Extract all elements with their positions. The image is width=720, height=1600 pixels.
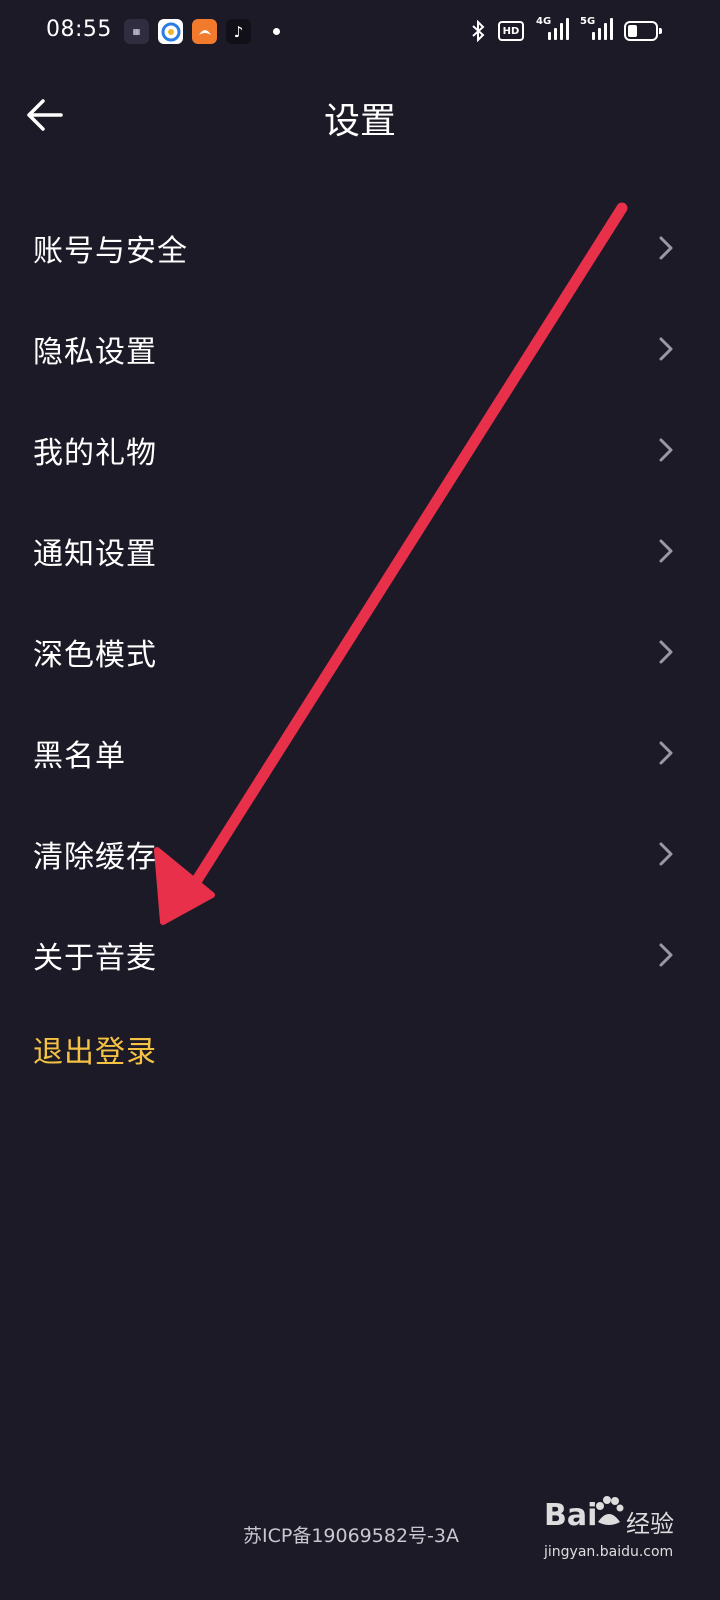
paw-icon: [596, 1496, 624, 1525]
tiktok-app-icon: ♪: [226, 19, 251, 44]
chevron-right-icon: [659, 741, 673, 764]
status-time: 08:55: [46, 17, 112, 42]
chevron-right-icon: [659, 640, 673, 663]
map-app-icon: ▦: [124, 19, 149, 44]
chevron-right-icon: [659, 539, 673, 562]
menu-item-about[interactable]: 关于音麦: [0, 904, 720, 1005]
bluetooth-icon: [470, 19, 486, 48]
hd-voice-icon: HD: [498, 21, 524, 41]
menu-item-label: 深色模式: [33, 637, 157, 673]
menu-item-label: 通知设置: [33, 536, 157, 572]
menu-item-my-gifts[interactable]: 我的礼物: [0, 399, 720, 500]
menu-item-notification-settings[interactable]: 通知设置: [0, 500, 720, 601]
menu-item-label: 清除缓存: [33, 839, 157, 875]
menu-item-label: 黑名单: [33, 738, 126, 774]
notification-dot-icon: [273, 28, 280, 35]
browser-app-icon: [158, 19, 183, 44]
menu-item-privacy-settings[interactable]: 隐私设置: [0, 298, 720, 399]
watermark-url: jingyan.baidu.com: [544, 1544, 674, 1560]
menu-item-blacklist[interactable]: 黑名单: [0, 702, 720, 803]
chevron-right-icon: [659, 236, 673, 259]
chevron-right-icon: [659, 943, 673, 966]
menu-item-label: 我的礼物: [33, 435, 157, 471]
battery-icon: [624, 21, 662, 41]
menu-item-dark-mode[interactable]: 深色模式: [0, 601, 720, 702]
page-title: 设置: [323, 101, 396, 142]
menu-item-label: 隐私设置: [33, 334, 157, 370]
signal-5g-icon: 5G: [580, 16, 614, 46]
menu-item-label: 关于音麦: [33, 940, 157, 976]
watermark-product: 经验: [626, 1510, 674, 1538]
chevron-right-icon: [659, 842, 673, 865]
menu-item-clear-cache[interactable]: 清除缓存: [0, 803, 720, 904]
signal-4g-label: 4G: [536, 16, 552, 27]
settings-menu: 账号与安全 隐私设置 我的礼物 通知设置 深色模式 黑名单 清除缓存 关于音麦: [0, 197, 720, 1005]
logout-button[interactable]: 退出登录: [33, 1027, 157, 1071]
icp-license-text: 苏ICP备19069582号-3A: [243, 1525, 459, 1547]
signal-5g-label: 5G: [580, 16, 596, 27]
baidu-jingyan-watermark: Bai 经验 jingyan.baidu.com: [540, 1490, 710, 1575]
uc-browser-app-icon: [192, 19, 217, 44]
chevron-right-icon: [659, 337, 673, 360]
chevron-right-icon: [659, 438, 673, 461]
status-bar: 08:55 ▦ ♪ HD 4G 5G: [0, 0, 720, 64]
watermark-brand: Bai: [544, 1498, 598, 1533]
menu-item-label: 账号与安全: [33, 233, 188, 269]
signal-4g-icon: 4G: [536, 16, 570, 46]
menu-item-account-security[interactable]: 账号与安全: [0, 197, 720, 298]
